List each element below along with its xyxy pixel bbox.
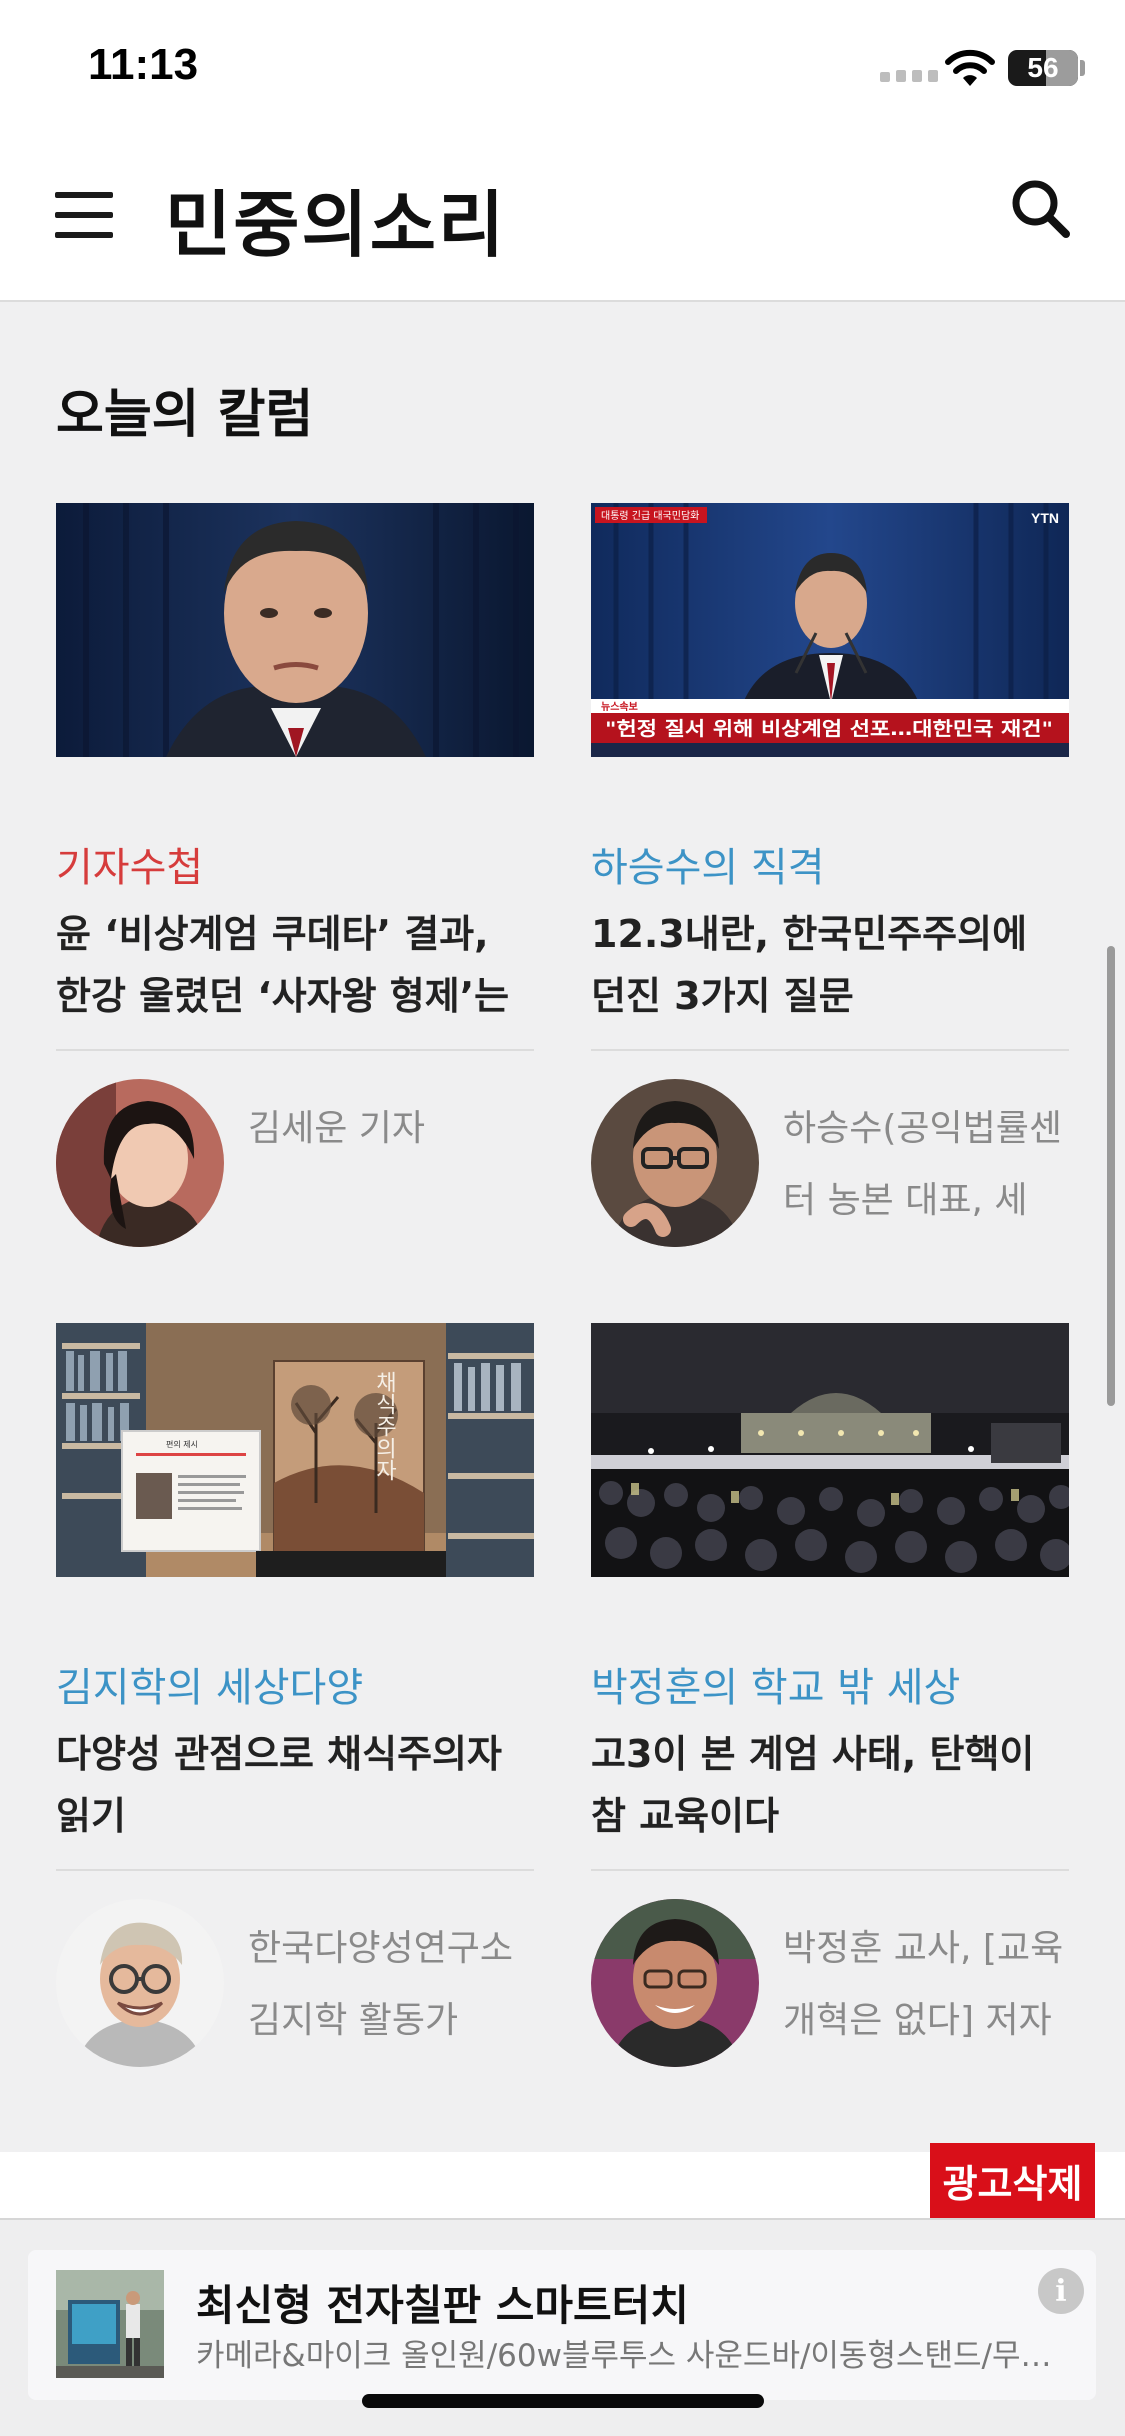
author-avatar xyxy=(591,1079,759,1247)
thumbnail-image xyxy=(591,1323,1069,1577)
thumbnail-image: 대통령 긴급 대국민담화 YTN 뉴스속보 "헌정 질서 위해 비상계엄 선포…… xyxy=(591,503,1069,757)
divider xyxy=(56,1869,534,1871)
column-thumbnail[interactable] xyxy=(56,503,534,757)
ad-title[interactable]: 최신형 전자칠판 스마트터치 xyxy=(196,2272,689,2333)
column-card[interactable]: 대통령 긴급 대국민담화 YTN 뉴스속보 "헌정 질서 위해 비상계엄 선포…… xyxy=(591,503,1069,1248)
column-thumbnail[interactable]: 편의 제시 채식주의자 xyxy=(56,1323,534,1577)
author-avatar xyxy=(591,1899,759,2067)
remove-ads-button[interactable]: 광고삭제 xyxy=(930,2143,1095,2218)
info-icon[interactable]: i xyxy=(1038,2268,1084,2314)
column-headline[interactable]: 12.3내란, 한국민주주의에 던진 3가지 질문 xyxy=(591,903,1069,1027)
book-card-title: 편의 제시 xyxy=(166,1439,198,1449)
column-category[interactable]: 김지학의 세상다양 xyxy=(56,1655,363,1713)
author-name[interactable]: 한국다양성연구소 김지학 활동가 민... xyxy=(248,1913,534,2057)
ad-thumbnail[interactable] xyxy=(56,2270,164,2378)
cellular-signal-icon xyxy=(880,70,938,82)
column-category[interactable]: 기자수첩 xyxy=(56,835,203,893)
author-name[interactable]: 박정훈 교사, [교육개혁은 없다] 저자 민... xyxy=(783,1913,1069,2057)
column-headline[interactable]: 고3이 본 계엄 사태, 탄핵이 참 교육이다 xyxy=(591,1723,1069,1847)
site-header: 민중의소리 xyxy=(0,140,1125,302)
home-indicator[interactable] xyxy=(362,2394,764,2408)
site-logo[interactable]: 민중의소리 xyxy=(165,166,506,271)
book-title-art: 채식주의자 xyxy=(372,1371,397,1481)
column-thumbnail[interactable] xyxy=(591,1323,1069,1577)
divider xyxy=(591,1869,1069,1871)
column-category[interactable]: 하승수의 직격 xyxy=(591,835,825,893)
column-headline[interactable]: 윤 ‘비상계엄 쿠데타’ 결과, 한강 울렸던 ‘사자왕 형제’는 ... xyxy=(56,903,534,1027)
divider xyxy=(56,1049,534,1051)
search-icon[interactable] xyxy=(1008,176,1072,240)
thumbnail-image xyxy=(56,503,534,757)
column-category[interactable]: 박정훈의 학교 밖 세상 xyxy=(591,1655,960,1713)
ad-description[interactable]: 카메라&마이크 올인원/60w블루투스 사운드바/이동형스탠드/무… xyxy=(196,2330,1076,2375)
author-avatar xyxy=(56,1079,224,1247)
wifi-icon xyxy=(945,49,995,86)
ad-content[interactable]: 최신형 전자칠판 스마트터치 카메라&마이크 올인원/60w블루투스 사운드바/… xyxy=(28,2250,1096,2400)
author-name[interactable]: 하승수(공익법률센터 농본 대표, 세금... xyxy=(783,1093,1069,1237)
status-bar: 11:13 56 xyxy=(0,0,1125,140)
ytn-logo: YTN xyxy=(1031,510,1059,526)
section-title: 오늘의 칼럼 xyxy=(56,385,314,445)
battery-icon: 56 xyxy=(1008,50,1078,86)
news-small-label: 뉴스속보 xyxy=(601,701,638,713)
column-thumbnail[interactable]: 대통령 긴급 대국민담화 YTN 뉴스속보 "헌정 질서 위해 비상계엄 선포…… xyxy=(591,503,1069,757)
column-card[interactable]: 기자수첩 윤 ‘비상계엄 쿠데타’ 결과, 한강 울렸던 ‘사자왕 형제’는 .… xyxy=(56,503,534,1248)
column-headline[interactable]: 다양성 관점으로 채식주의자 읽기 xyxy=(56,1723,534,1847)
news-tag: 대통령 긴급 대국민담화 xyxy=(601,510,699,522)
scrollbar[interactable] xyxy=(1107,946,1115,1406)
hamburger-menu-icon[interactable] xyxy=(55,190,113,240)
status-time: 11:13 xyxy=(88,40,199,89)
column-card[interactable]: 박정훈의 학교 밖 세상 고3이 본 계엄 사태, 탄핵이 참 교육이다 박정훈… xyxy=(591,1323,1069,2068)
news-caption: "헌정 질서 위해 비상계엄 선포…대한민국 재건" xyxy=(605,718,1053,740)
column-card[interactable]: 편의 제시 채식주의자 김지학의 세상다양 다양성 관점으로 채식주의자 읽기 xyxy=(56,1323,534,2068)
ad-image xyxy=(56,2270,164,2378)
author-avatar xyxy=(56,1899,224,2067)
divider xyxy=(591,1049,1069,1051)
thumbnail-image: 편의 제시 채식주의자 xyxy=(56,1323,534,1577)
battery-level: 56 xyxy=(1027,52,1059,83)
author-name[interactable]: 김세운 기자 xyxy=(248,1093,534,1237)
battery-cap xyxy=(1080,60,1085,76)
